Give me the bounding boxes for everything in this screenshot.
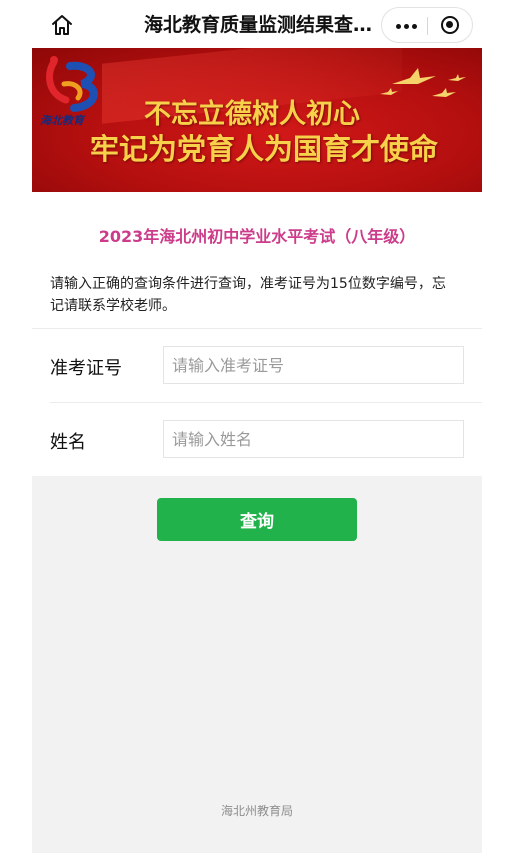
exam-title: 2023年海北州初中学业水平考试（八年级） [98, 227, 416, 246]
exam-number-label: 准考证号 [50, 358, 122, 379]
logo-text: 海北教育 [40, 114, 84, 127]
mini-program-close-icon[interactable] [441, 16, 459, 34]
footer-org: 海北州教育局 [220, 804, 293, 818]
doves-decoration-icon [380, 68, 466, 97]
name-input[interactable] [163, 420, 464, 458]
home-icon[interactable] [50, 13, 74, 37]
top-navbar: 海北教育质量监测结果查… [0, 0, 526, 48]
exam-number-input[interactable] [163, 346, 464, 384]
name-label: 姓名 [50, 432, 86, 453]
main-content: 海北教育 不忘立德树人初心 牢记为党育人为国育才使命 2023年海北州初中学业水… [32, 48, 482, 853]
banner: 海北教育 不忘立德树人初心 牢记为党育人为国育才使命 [32, 48, 482, 192]
page-title: 海北教育质量监测结果查… [144, 14, 373, 36]
more-dots-icon[interactable] [396, 24, 418, 30]
divider [50, 402, 482, 403]
query-button[interactable]: 查询 [157, 498, 357, 541]
divider [32, 328, 482, 329]
banner-slogan-line2: 牢记为党育人为国育才使命 [90, 132, 439, 166]
capsule-divider [427, 17, 428, 35]
mini-program-capsule [381, 7, 473, 43]
query-notice: 请输入正确的查询条件进行查询，准考证号为15位数字编号，忘记请联系学校老师。 [50, 276, 446, 314]
